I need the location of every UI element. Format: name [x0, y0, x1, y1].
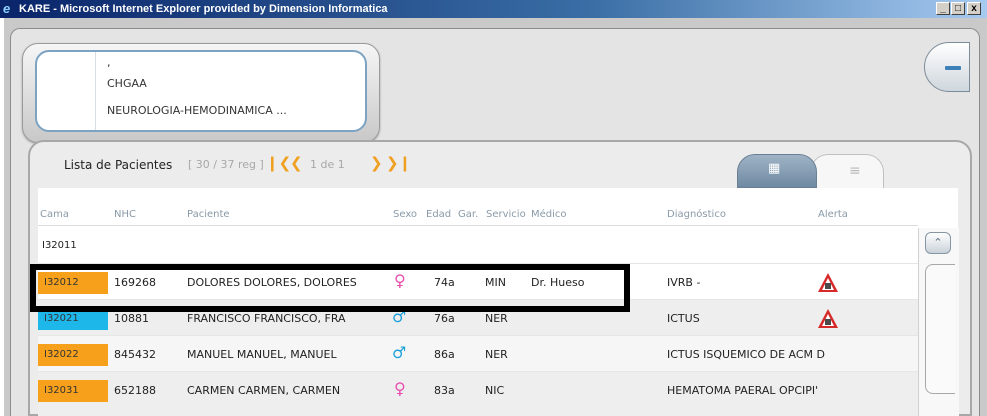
table-row[interactable]: I32031 652188 CARMEN CARMEN, CARMEN ♀ 83…: [38, 372, 918, 416]
patient-line1: ,: [107, 56, 111, 69]
minus-icon: [945, 66, 961, 70]
header-divider: [38, 225, 918, 226]
alert-icon[interactable]: [817, 308, 839, 330]
col-servicio[interactable]: Servicio: [486, 209, 526, 220]
service-cell: NER: [485, 312, 508, 325]
col-cama[interactable]: Cama: [40, 209, 69, 220]
col-nhc[interactable]: NHC: [114, 209, 136, 220]
patient-name-cell: FRANCISCO FRANCISCO, FRA: [187, 312, 346, 325]
table-group-row[interactable]: I32011: [38, 228, 918, 264]
patient-name-cell: MANUEL MANUEL, MANUEL: [187, 348, 337, 361]
diagnosis-cell: IVRB -: [667, 276, 701, 289]
close-button[interactable]: x: [967, 2, 981, 15]
chevron-up-icon: ⌃: [933, 236, 943, 249]
col-alerta[interactable]: Alerta: [818, 209, 848, 220]
nhc-cell: 652188: [114, 384, 156, 397]
col-sexo[interactable]: Sexo: [393, 209, 417, 220]
bed-cell: I32031: [38, 380, 108, 402]
page-indicator: 1 de 1: [310, 158, 345, 171]
age-cell: 83a: [434, 384, 455, 397]
minimize-button[interactable]: _: [936, 2, 950, 15]
age-cell: 76a: [434, 312, 455, 325]
col-edad[interactable]: Edad: [426, 209, 451, 220]
panel-title: Lista de Pacientes: [64, 158, 173, 172]
patient-unit: CHGAA: [107, 77, 147, 90]
first-page-icon[interactable]: ❙❮: [266, 154, 291, 172]
scroll-thumb[interactable]: [925, 264, 955, 394]
window-title-bar: e KARE - Microsoft Internet Explorer pro…: [0, 0, 987, 18]
nhc-cell: 845432: [114, 348, 156, 361]
service-cell: NER: [485, 348, 508, 361]
female-icon: ♀: [394, 379, 406, 398]
bed-cell: I32022: [38, 344, 108, 366]
selection-highlight: [30, 264, 630, 312]
window-title: KARE - Microsoft Internet Explorer provi…: [19, 3, 388, 15]
diagnosis-cell: ICTUS: [667, 312, 700, 325]
maximize-button[interactable]: □: [951, 2, 965, 15]
list-view-icon: ≡: [849, 163, 861, 179]
grid-view-tab[interactable]: ▦: [737, 154, 817, 188]
collapse-button[interactable]: [924, 42, 970, 92]
alert-icon[interactable]: [817, 272, 839, 294]
prev-page-icon[interactable]: ❮: [290, 154, 303, 172]
scroll-up-button[interactable]: ⌃: [925, 232, 951, 254]
patient-card: , CHGAA NEUROLOGIA-HEMODINAMICA ...: [35, 50, 367, 132]
col-gar[interactable]: Gar.: [458, 209, 478, 220]
table-row[interactable]: I32022 845432 MANUEL MANUEL, MANUEL ♂ 86…: [38, 336, 918, 372]
patient-name-cell: CARMEN CARMEN, CARMEN: [187, 384, 341, 397]
card-divider: [95, 52, 96, 130]
col-medico[interactable]: Médico: [531, 209, 567, 220]
group-label: I32011: [42, 240, 77, 251]
nhc-cell: 10881: [114, 312, 149, 325]
diagnosis-cell: HEMATOMA PAERAL OPCIPI': [667, 384, 819, 397]
next-page-icon[interactable]: ❯: [370, 154, 383, 172]
col-diagnostico[interactable]: Diagnóstico: [667, 209, 726, 220]
grid-view-icon: ▦: [768, 161, 781, 176]
service-cell: NIC: [485, 384, 505, 397]
record-count: [ 30 / 37 reg ]: [188, 158, 264, 171]
age-cell: 86a: [434, 348, 455, 361]
table-scrollbar[interactable]: ⌃: [918, 228, 959, 416]
diagnosis-cell: ICTUS ISQUEMICO DE ACM D: [667, 348, 826, 361]
patient-service: NEUROLOGIA-HEMODINAMICA ...: [107, 104, 287, 117]
col-paciente[interactable]: Paciente: [187, 209, 230, 220]
last-page-icon[interactable]: ❯❙: [386, 154, 411, 172]
male-icon: ♂: [392, 343, 407, 362]
ie-icon: e: [3, 1, 11, 16]
list-view-tab[interactable]: ≡: [810, 154, 884, 188]
